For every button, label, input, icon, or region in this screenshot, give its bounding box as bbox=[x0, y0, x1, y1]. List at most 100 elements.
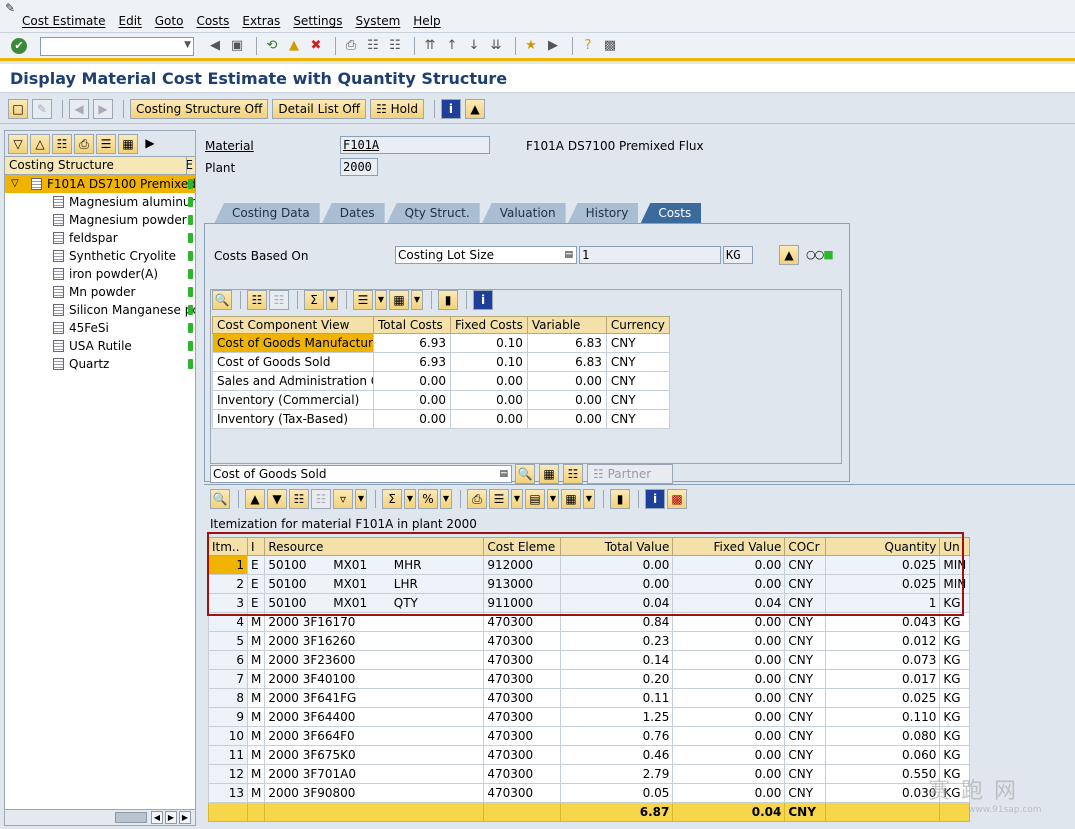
costing-structure-off-button[interactable]: Costing Structure Off bbox=[130, 99, 269, 119]
tree-node[interactable]: USA Rutile bbox=[5, 337, 195, 355]
info-icon[interactable]: i bbox=[473, 290, 493, 310]
detail-list-off-button[interactable]: Detail List Off bbox=[272, 99, 367, 119]
info-icon[interactable]: i bbox=[645, 489, 665, 509]
table-row[interactable]: 2 E 50100 MX01 LHR 913000 0.00 0.00 CNY 0.025 MI… bbox=[208, 574, 971, 594]
column-header[interactable]: COCr bbox=[784, 537, 827, 556]
tree-node[interactable]: feldspar bbox=[5, 229, 195, 247]
tree-node[interactable]: 45FeSi bbox=[5, 319, 195, 337]
export-dropdown-icon[interactable]: ▼ bbox=[547, 489, 559, 509]
table-row[interactable]: 13 M 2000 3F90800 470300 0.05 0.00 CNY 0.030 KG bbox=[208, 783, 971, 803]
export-dropdown-icon[interactable]: ▼ bbox=[375, 290, 387, 310]
layout-dropdown-icon[interactable]: ▼ bbox=[583, 489, 595, 509]
sum-dropdown-icon[interactable]: ▼ bbox=[404, 489, 416, 509]
tree-layout-icon[interactable]: ▦ bbox=[118, 133, 138, 154]
find-next-icon[interactable]: ☷ bbox=[386, 37, 404, 55]
views-icon[interactable]: ☰ bbox=[489, 489, 509, 509]
material-field[interactable]: F101A bbox=[340, 136, 490, 154]
table-row[interactable]: 6 M 2000 3F23600 470300 0.14 0.00 CNY 0.073 KG bbox=[208, 650, 971, 670]
tree-node[interactable]: Quartz bbox=[5, 355, 195, 373]
find-icon[interactable]: ☷ bbox=[289, 489, 309, 509]
table-row[interactable]: 12 M 2000 3F701A0 470300 2.79 0.00 CNY 0.550 KG bbox=[208, 764, 971, 784]
column-header[interactable]: Quantity bbox=[825, 537, 941, 556]
cancel-icon[interactable]: ✖ bbox=[307, 37, 325, 55]
sum-dropdown-icon[interactable]: ▼ bbox=[326, 290, 338, 310]
tree-print-icon[interactable]: ⎙ bbox=[74, 133, 94, 154]
abc-analysis-icon[interactable]: ▩ bbox=[667, 489, 687, 509]
save-icon[interactable]: ▣ bbox=[228, 37, 246, 55]
table-row[interactable]: 11 M 2000 3F675K0 470300 0.46 0.00 CNY 0.060 KG bbox=[208, 745, 971, 765]
find-icon[interactable]: ☷ bbox=[364, 37, 382, 55]
views-dropdown-icon[interactable]: ▼ bbox=[511, 489, 523, 509]
subtotal-dropdown-icon[interactable]: ▼ bbox=[440, 489, 452, 509]
scroll-end-icon[interactable]: ▶ bbox=[179, 811, 191, 824]
table-row[interactable]: Cost of Goods Manufactured 6.93 0.10 6.83 CN… bbox=[212, 333, 670, 353]
last-page-icon[interactable]: ⇊ bbox=[487, 37, 505, 55]
hold-button[interactable]: ☷ Hold bbox=[370, 99, 424, 119]
graphic-icon[interactable]: ▮ bbox=[610, 489, 630, 509]
command-field[interactable]: ▼ bbox=[40, 37, 194, 56]
tree-find-icon[interactable]: ☷ bbox=[52, 133, 72, 154]
table-icon[interactable]: ▦ bbox=[539, 464, 559, 484]
tree-node[interactable]: Magnesium powder bbox=[5, 211, 195, 229]
enter-check-icon[interactable]: ✔ bbox=[11, 38, 27, 54]
dropdown-icon[interactable]: ▤ bbox=[564, 247, 573, 263]
table-row[interactable]: Sales and Administration Costs0.000.000.… bbox=[212, 371, 670, 391]
menu-item-help[interactable]: Help bbox=[413, 14, 440, 28]
column-header[interactable]: Total Costs bbox=[373, 316, 451, 334]
table-row[interactable]: 10 M 2000 3F664F0 470300 0.76 0.00 CNY 0.080 KG bbox=[208, 726, 971, 746]
sum-icon[interactable]: Σ bbox=[304, 290, 324, 310]
table-row[interactable]: 5 M 2000 3F16260 470300 0.23 0.00 CNY 0.012 KG bbox=[208, 631, 971, 651]
hierarchy-icon[interactable]: ☷ bbox=[563, 464, 583, 484]
first-page-icon[interactable]: ⇈ bbox=[421, 37, 439, 55]
tab-valuation[interactable]: Valuation bbox=[481, 203, 566, 224]
scrollbar-thumb[interactable] bbox=[115, 812, 147, 823]
chart-icon[interactable]: ▲ bbox=[779, 245, 799, 265]
layout-icon[interactable]: ▦ bbox=[389, 290, 409, 310]
tree-column-header[interactable]: Costing Structure E bbox=[5, 157, 195, 175]
graphic-icon[interactable]: ▮ bbox=[438, 290, 458, 310]
column-header[interactable]: Fixed Value bbox=[672, 537, 786, 556]
menu-item-costs[interactable]: Costs bbox=[196, 14, 229, 28]
table-row[interactable]: Cost of Goods Sold 6.93 0.10 6.83 CNY bbox=[212, 352, 670, 372]
menu-item-system[interactable]: System bbox=[356, 14, 401, 28]
table-row[interactable]: 1 E 50100 MX01 MHR 912000 0.00 0.00 CNY 0.025 MI… bbox=[208, 555, 971, 575]
plant-field[interactable]: 2000 bbox=[340, 158, 378, 176]
column-header[interactable]: Itm.. bbox=[208, 537, 248, 556]
new-session-icon[interactable]: ★ bbox=[522, 37, 540, 55]
column-header[interactable]: Fixed Costs bbox=[450, 316, 528, 334]
layout-icon[interactable]: ▦ bbox=[561, 489, 581, 509]
export-icon[interactable]: ▤ bbox=[525, 489, 545, 509]
previous-page-icon[interactable]: ↑ bbox=[443, 37, 461, 55]
print-icon[interactable]: ⎙ bbox=[342, 37, 360, 55]
column-header[interactable]: Cost Component View bbox=[212, 316, 374, 334]
details-icon[interactable]: 🔍 bbox=[212, 290, 232, 310]
table-row[interactable]: 4 M 2000 3F16170 470300 0.84 0.00 CNY 0.043 KG bbox=[208, 612, 971, 632]
back-icon[interactable]: ⟲ bbox=[263, 37, 281, 55]
print-icon[interactable]: ⎙ bbox=[467, 489, 487, 509]
application-menu-icon[interactable]: ✎ bbox=[5, 1, 15, 15]
tree-horizontal-scrollbar[interactable]: ◀ ▶ ▶ bbox=[5, 809, 195, 825]
tab-qty-struct[interactable]: Qty Struct. bbox=[386, 203, 480, 224]
table-row[interactable]: 8 M 2000 3F641FG 470300 0.11 0.00 CNY 0.025 KG bbox=[208, 688, 971, 708]
tree-node[interactable]: iron powder(A) bbox=[5, 265, 195, 283]
tab-costing-data[interactable]: Costing Data bbox=[214, 203, 320, 224]
menu-item-goto[interactable]: Goto bbox=[155, 14, 184, 28]
table-row[interactable]: Inventory (Commercial) 0.00 0.00 0.00 CNY bbox=[212, 390, 670, 410]
sort-descending-icon[interactable]: ▼ bbox=[267, 489, 287, 509]
scroll-right-icon[interactable]: ▶ bbox=[165, 811, 177, 824]
shortcut-icon[interactable]: ▶ bbox=[544, 37, 562, 55]
table-row[interactable]: 9 M 2000 3F64400 470300 1.25 0.00 CNY 0.110 KG bbox=[208, 707, 971, 727]
tab-costs[interactable]: Costs bbox=[640, 203, 702, 224]
layout-dropdown-icon[interactable]: ▼ bbox=[411, 290, 423, 310]
details-icon[interactable]: 🔍 bbox=[515, 464, 535, 484]
next-page-icon[interactable]: ↓ bbox=[465, 37, 483, 55]
details-icon[interactable]: 🔍 bbox=[210, 489, 230, 509]
column-header[interactable]: Cost Eleme bbox=[483, 537, 562, 556]
menu-item-settings[interactable]: Settings bbox=[293, 14, 342, 28]
column-header[interactable]: I bbox=[246, 537, 266, 556]
sum-icon[interactable]: Σ bbox=[382, 489, 402, 509]
menu-item-edit[interactable]: Edit bbox=[119, 14, 142, 28]
find-icon[interactable]: ☷ bbox=[247, 290, 267, 310]
tree-node[interactable]: Mn powder bbox=[5, 283, 195, 301]
column-header[interactable]: Currency bbox=[605, 316, 670, 334]
